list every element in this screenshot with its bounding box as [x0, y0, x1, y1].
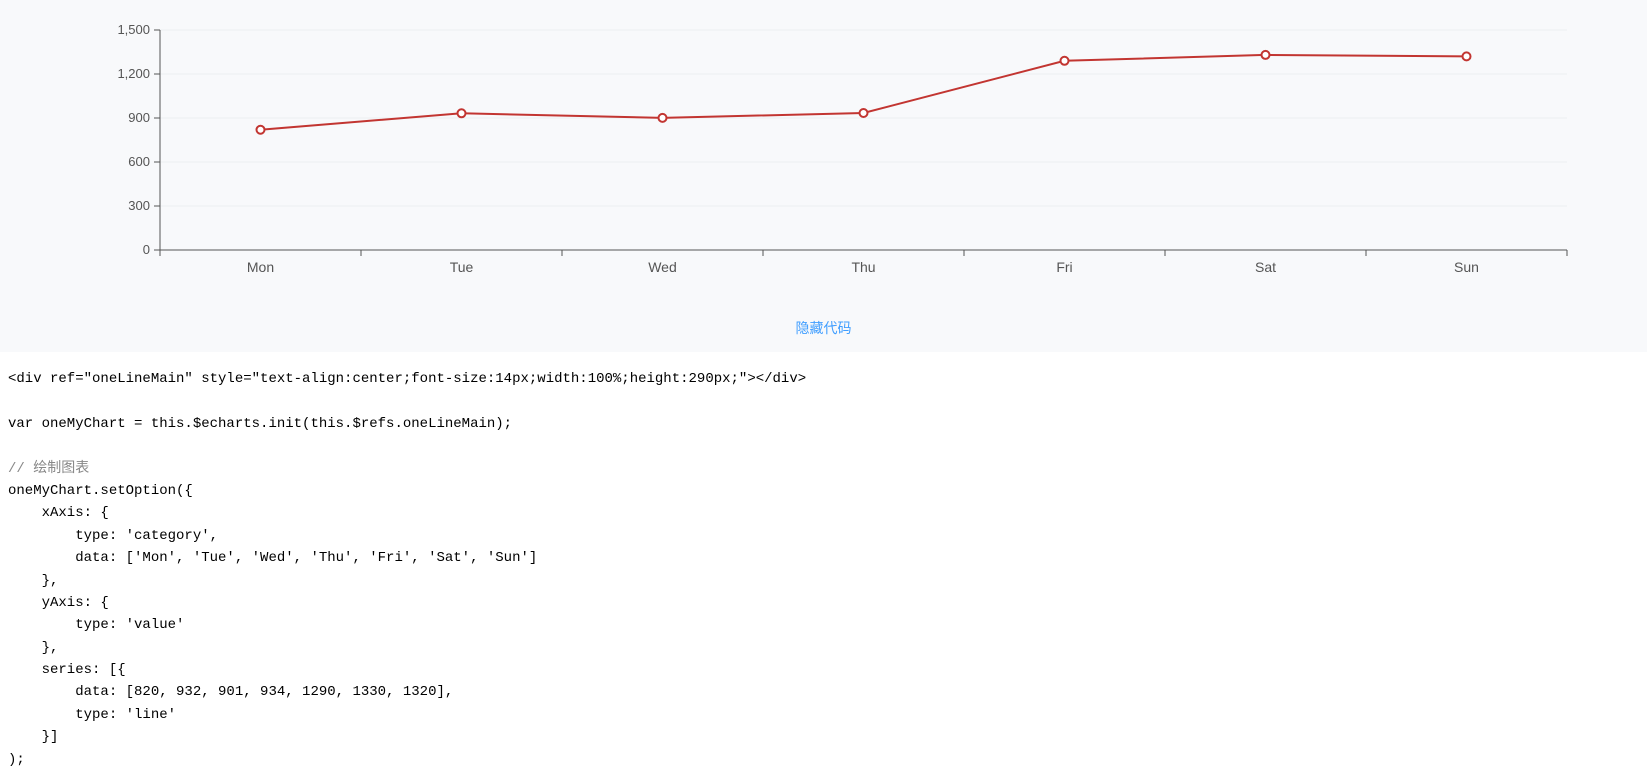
- code-line: );: [8, 752, 25, 768]
- line-chart[interactable]: 0 300 600 900 1,200 1,500 Mon Tue Wed Thu Fri Sat Su…: [60, 20, 1587, 280]
- svg-text:0: 0: [143, 242, 150, 257]
- code-line: var oneMyChart = this.$echarts.init(this…: [8, 416, 512, 432]
- code-line: type: 'category',: [8, 528, 218, 544]
- code-line: type: 'value': [8, 617, 184, 633]
- svg-text:1,500: 1,500: [117, 22, 150, 37]
- chart-svg: 0 300 600 900 1,200 1,500 Mon Tue Wed Thu Fri Sat Su…: [60, 20, 1587, 280]
- code-line: <div ref="oneLineMain" style="text-align…: [8, 371, 806, 387]
- code-line: yAxis: {: [8, 595, 109, 611]
- code-line: },: [8, 640, 58, 656]
- svg-text:Fri: Fri: [1056, 259, 1072, 275]
- code-line: series: [{: [8, 662, 126, 678]
- svg-text:Sat: Sat: [1255, 259, 1276, 275]
- hide-code-link[interactable]: 隐藏代码: [796, 320, 852, 336]
- svg-text:600: 600: [128, 154, 150, 169]
- code-line: type: 'line': [8, 707, 176, 723]
- code-line: }]: [8, 729, 58, 745]
- chart-panel: 0 300 600 900 1,200 1,500 Mon Tue Wed Thu Fri Sat Su…: [0, 0, 1647, 300]
- code-line: data: ['Mon', 'Tue', 'Wed', 'Thu', 'Fri'…: [8, 550, 537, 566]
- toggle-row: 隐藏代码: [0, 300, 1647, 352]
- svg-text:Tue: Tue: [450, 259, 474, 275]
- svg-text:Wed: Wed: [648, 259, 677, 275]
- code-line: },: [8, 573, 58, 589]
- code-line: oneMyChart.setOption({: [8, 483, 193, 499]
- svg-text:Sun: Sun: [1454, 259, 1479, 275]
- code-comment: // 绘制图表: [8, 461, 89, 477]
- code-line: data: [820, 932, 901, 934, 1290, 1330, 1…: [8, 684, 453, 700]
- svg-text:300: 300: [128, 198, 150, 213]
- code-block: <div ref="oneLineMain" style="text-align…: [0, 352, 1647, 779]
- svg-text:1,200: 1,200: [117, 66, 150, 81]
- svg-text:Mon: Mon: [247, 259, 274, 275]
- svg-text:900: 900: [128, 110, 150, 125]
- code-line: xAxis: {: [8, 505, 109, 521]
- svg-text:Thu: Thu: [851, 259, 875, 275]
